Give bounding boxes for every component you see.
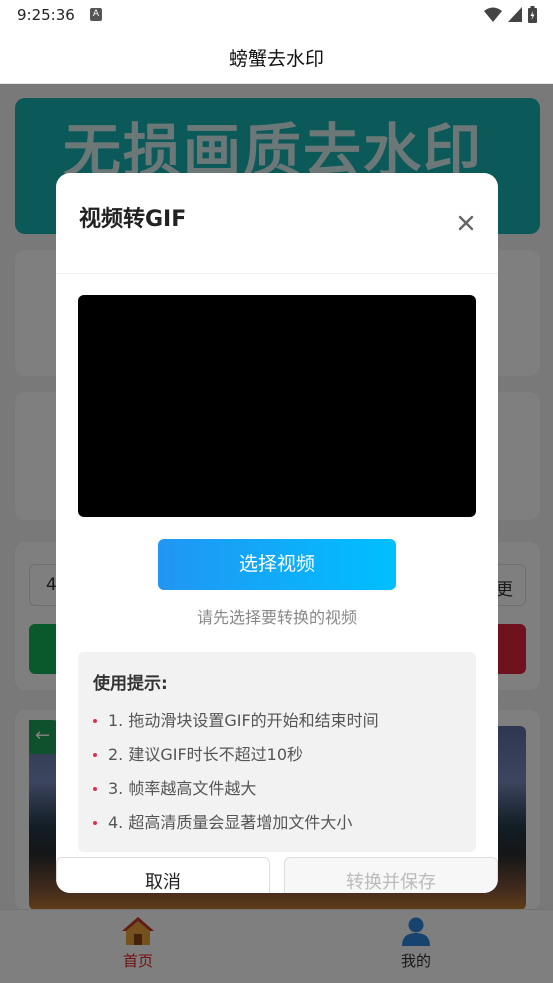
signal-icon: [508, 7, 522, 22]
notification-icon: A: [90, 8, 102, 21]
close-icon[interactable]: [454, 211, 478, 235]
dialog-divider: [56, 273, 498, 274]
battery-icon: [528, 6, 537, 23]
status-bar: 9:25:36 A: [0, 0, 553, 30]
tips-list: 1. 拖动滑块设置GIF的开始和结束时间 2. 建议GIF时长不超过10秒 3.…: [93, 704, 463, 840]
video-to-gif-dialog: 视频转GIF 选择视频 请先选择要转换的视频 使用提示: 1. 拖动滑块设置GI…: [56, 173, 498, 893]
tip-item: 1. 拖动滑块设置GIF的开始和结束时间: [93, 704, 463, 738]
bullet-dot: [93, 787, 97, 791]
tip-item: 3. 帧率越高文件越大: [93, 772, 463, 806]
app-title: 螃蟹去水印: [228, 48, 324, 70]
tip-item: 2. 建议GIF时长不超过10秒: [93, 738, 463, 772]
tip-item: 4. 超高清质量会显著增加文件大小: [93, 806, 463, 840]
convert-save-button[interactable]: 转换并保存: [284, 857, 498, 893]
bullet-dot: [93, 821, 97, 825]
tip-text: 4. 超高清质量会显著增加文件大小: [108, 813, 353, 832]
bullet-dot: [93, 719, 97, 723]
status-time: 9:25:36: [17, 6, 75, 24]
app-bar: 螃蟹去水印: [0, 30, 553, 84]
bullet-dot: [93, 753, 97, 757]
tip-text: 3. 帧率越高文件越大: [108, 779, 257, 798]
tips-panel: 使用提示: 1. 拖动滑块设置GIF的开始和结束时间 2. 建议GIF时长不超过…: [78, 652, 476, 852]
video-preview: [78, 295, 476, 517]
select-hint: 请先选择要转换的视频: [196, 608, 357, 627]
tips-title: 使用提示:: [93, 674, 168, 694]
cancel-button[interactable]: 取消: [56, 857, 270, 893]
select-video-button[interactable]: 选择视频: [158, 539, 396, 590]
status-icons: [484, 6, 537, 23]
wifi-icon: [484, 7, 502, 22]
tip-text: 1. 拖动滑块设置GIF的开始和结束时间: [108, 711, 379, 730]
tip-text: 2. 建议GIF时长不超过10秒: [108, 745, 304, 764]
dialog-title: 视频转GIF: [79, 207, 187, 232]
